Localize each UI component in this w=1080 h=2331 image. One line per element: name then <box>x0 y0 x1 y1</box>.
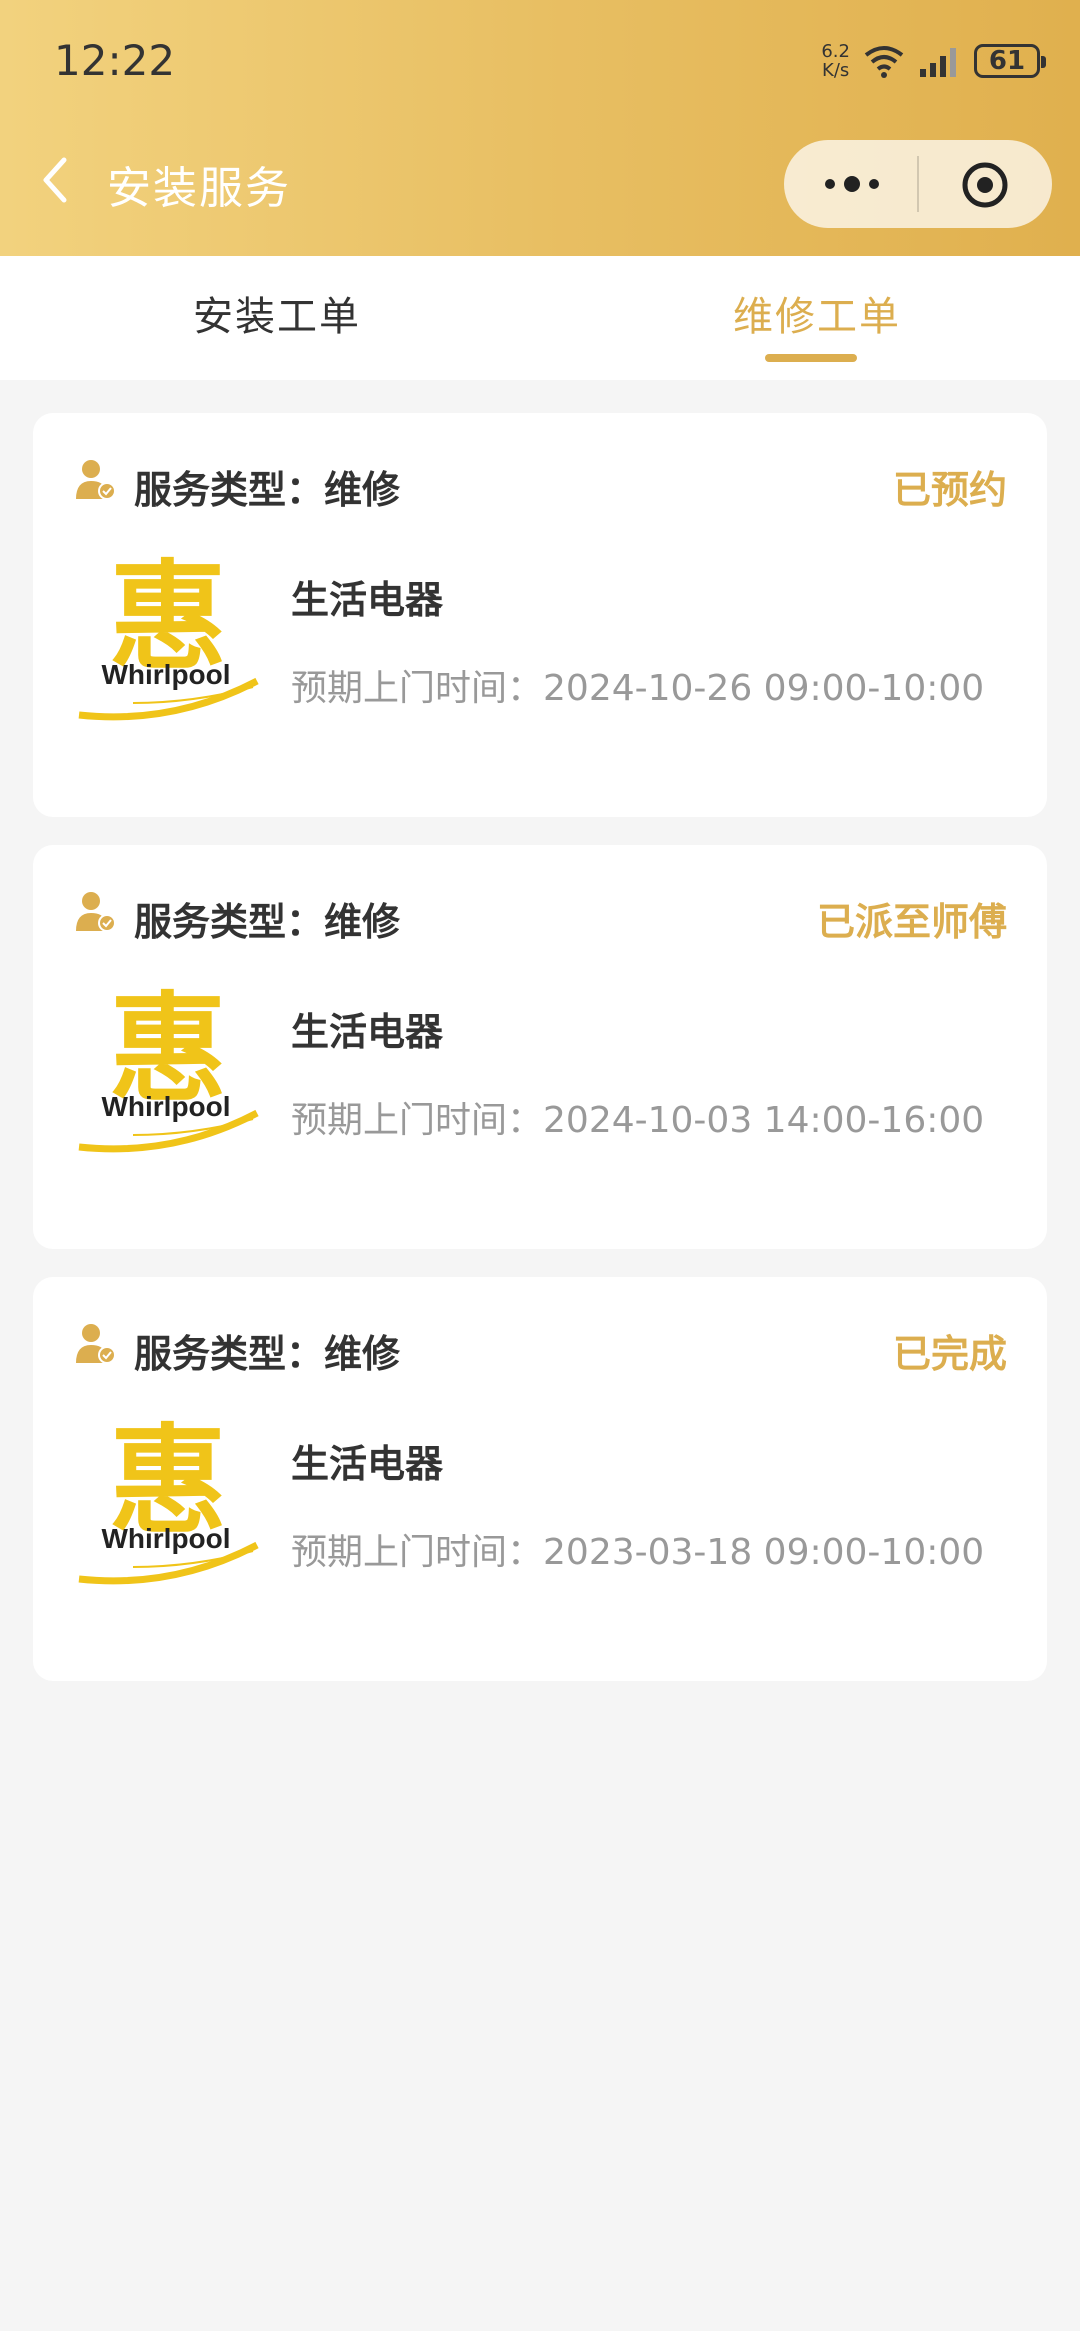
back-icon[interactable] <box>36 150 76 210</box>
signal-icon <box>920 48 956 77</box>
whirlpool-logo: 惠 Whirlpool <box>73 989 263 1175</box>
tab-bar: 安装工单 维修工单 <box>0 256 1080 380</box>
close-target-icon[interactable] <box>960 160 1010 210</box>
expected-visit-time: 预期上门时间：2024-10-03 14:00-16:00 <box>291 1100 985 1141</box>
more-icon[interactable] <box>822 170 882 198</box>
mini-program-capsule <box>784 140 1052 228</box>
app-header: 12:22 6.2 K/s 61 安装服务 <box>0 0 1080 256</box>
active-tab-indicator <box>765 354 857 362</box>
expected-visit-time: 预期上门时间：2023-03-18 09:00-10:00 <box>291 1532 985 1573</box>
product-name: 生活电器 <box>291 578 444 622</box>
network-speed: 6.2 K/s <box>821 41 850 81</box>
capsule-divider <box>917 156 919 212</box>
product-name: 生活电器 <box>291 1010 444 1054</box>
order-status: 已完成 <box>892 1332 1007 1376</box>
expected-visit-time: 预期上门时间：2024-10-26 09:00-10:00 <box>291 668 985 709</box>
order-card[interactable]: 服务类型：维修 已预约 惠 Whirlpool 生活电器 预期上门时间：2024… <box>33 413 1047 817</box>
status-time: 12:22 <box>54 36 176 85</box>
status-icons: 6.2 K/s 61 <box>821 38 1046 84</box>
whirlpool-logo: 惠 Whirlpool <box>73 557 263 743</box>
order-status: 已预约 <box>892 468 1007 512</box>
service-type: 服务类型：维修 <box>134 900 401 944</box>
tab-repair-orders[interactable]: 维修工单 <box>733 284 901 342</box>
order-card[interactable]: 服务类型：维修 已派至师傅 惠 Whirlpool 生活电器 预期上门时间：20… <box>33 845 1047 1249</box>
service-person-icon <box>76 1324 116 1364</box>
battery-icon: 61 <box>974 44 1046 78</box>
order-status: 已派至师傅 <box>816 900 1007 944</box>
tab-install-orders[interactable]: 安装工单 <box>193 284 361 342</box>
order-card[interactable]: 服务类型：维修 已完成 惠 Whirlpool 生活电器 预期上门时间：2023… <box>33 1277 1047 1681</box>
service-type: 服务类型：维修 <box>134 468 401 512</box>
product-name: 生活电器 <box>291 1442 444 1486</box>
whirlpool-logo: 惠 Whirlpool <box>73 1421 263 1607</box>
wifi-icon <box>864 46 904 78</box>
service-person-icon <box>76 892 116 932</box>
service-person-icon <box>76 460 116 500</box>
page-title: 安装服务 <box>107 163 291 214</box>
service-type: 服务类型：维修 <box>134 1332 401 1376</box>
